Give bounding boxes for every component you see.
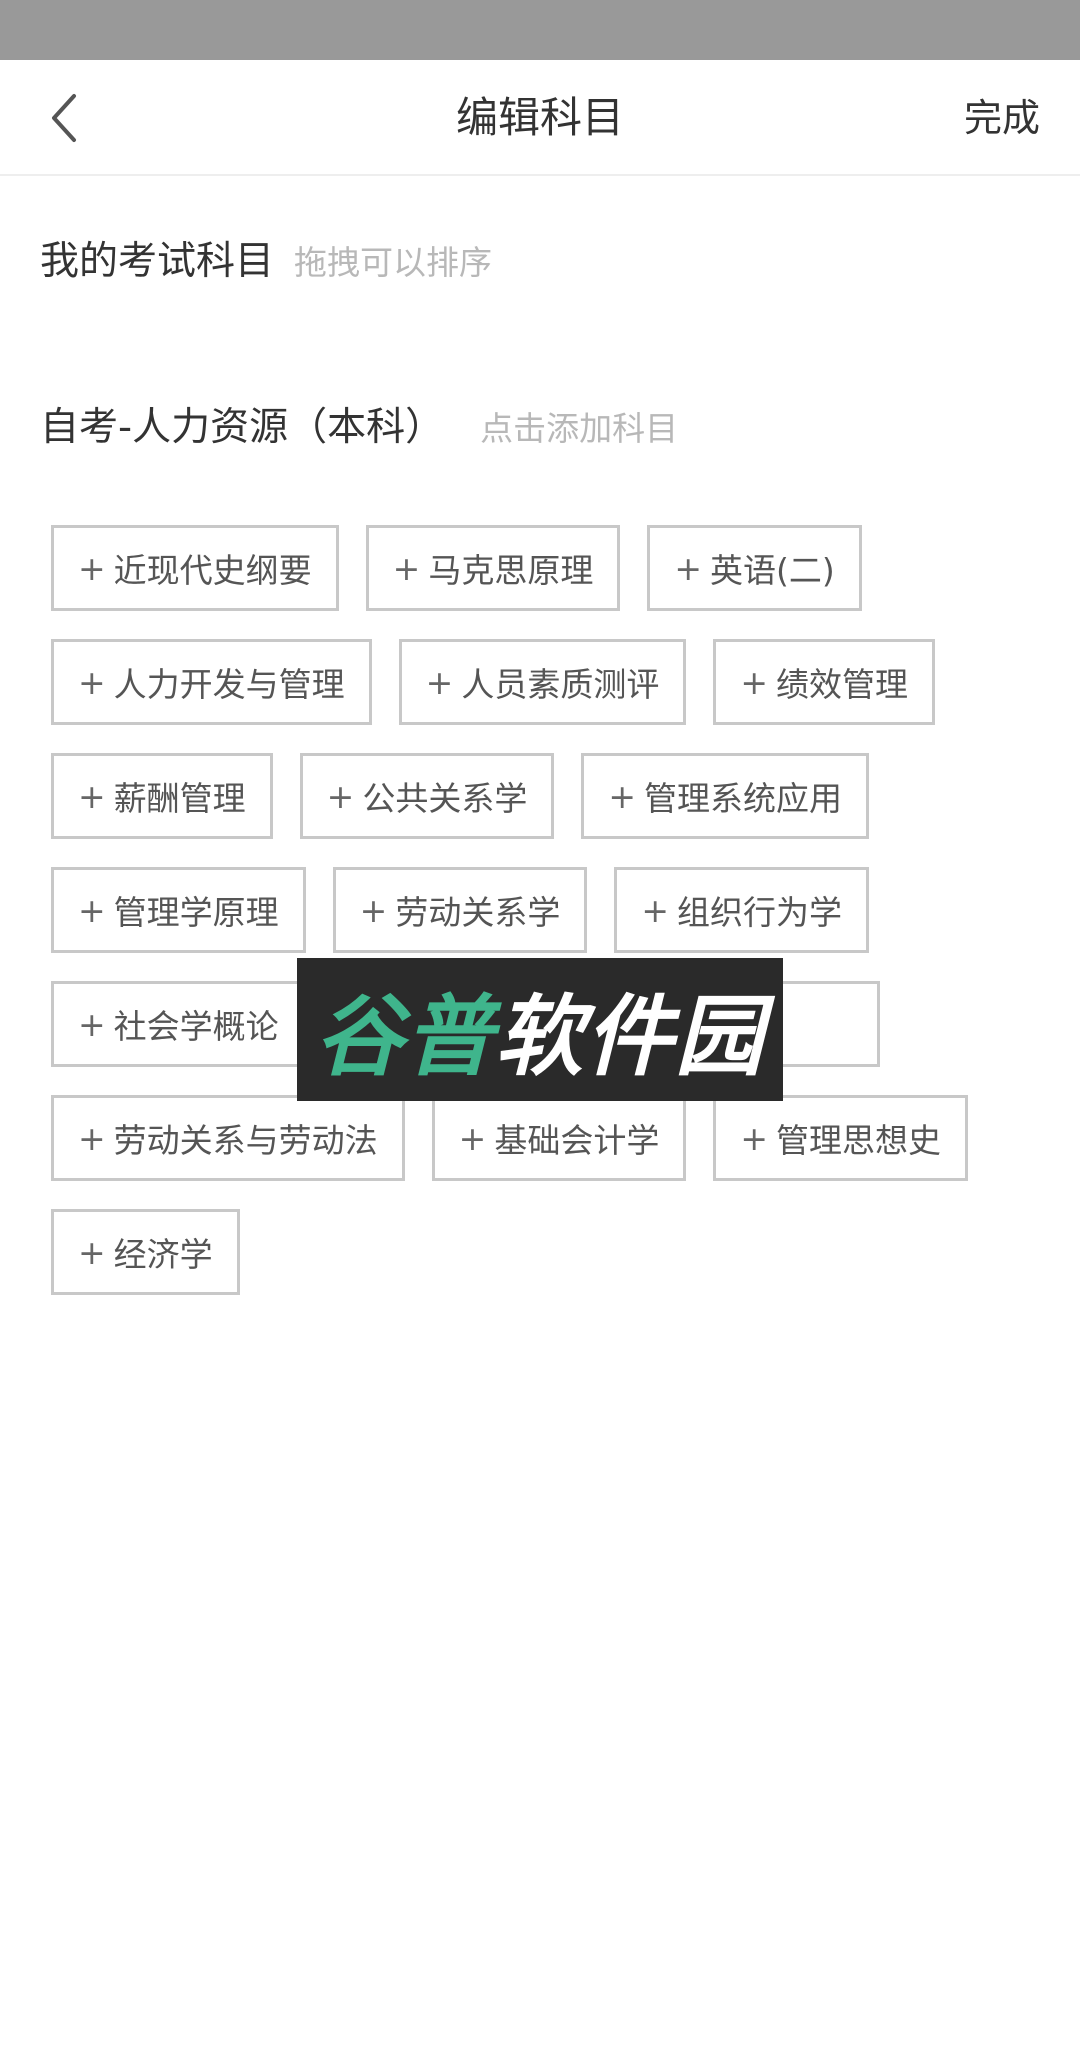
plus-icon: +	[78, 1232, 106, 1272]
subject-tag-label: 劳动关系与劳动法	[113, 1121, 378, 1160]
subject-tag-label: 人力开发与管理	[113, 665, 345, 704]
plus-icon: +	[608, 776, 636, 816]
add-subject-tag[interactable]: + 社会学概论	[51, 981, 306, 1067]
navigation-bar: 编辑科目 完成	[0, 60, 1080, 176]
plus-icon: +	[740, 1118, 768, 1158]
status-bar	[0, 0, 1080, 60]
add-subject-tag[interactable]: + 马克思原理	[365, 525, 621, 611]
plus-icon: +	[78, 662, 106, 702]
plus-icon: +	[78, 1118, 106, 1158]
chevron-left-icon	[52, 94, 76, 142]
my-subjects-header: 我的考试科目 拖拽可以排序	[40, 230, 492, 286]
subject-tag-label: 管理系统应用	[643, 779, 842, 818]
add-subject-tag[interactable]: + 公共关系学	[299, 753, 555, 839]
subject-tag-label: 人员素质测评	[461, 665, 660, 704]
add-subject-tag[interactable]: + 劳动关系学	[332, 867, 588, 953]
watermark-text-green: 谷普	[314, 985, 495, 1088]
plus-icon: +	[78, 1004, 106, 1044]
subject-tag-label: 薪酬管理	[113, 779, 246, 818]
add-subject-tag[interactable]: + 人力开发与管理	[51, 639, 372, 725]
plus-icon: +	[458, 1118, 487, 1158]
watermark-logo: 谷普 软件园	[297, 958, 783, 1101]
watermark-text-white: 软件园	[495, 985, 766, 1088]
major-header: 自考-人力资源（本科） 点击添加科目	[40, 396, 678, 452]
subject-tag-label: 基础会计学	[494, 1121, 660, 1160]
my-subjects-title: 我的考试科目	[40, 239, 275, 284]
plus-icon: +	[326, 776, 355, 816]
add-subject-tag[interactable]: + 管理思想史	[713, 1095, 968, 1181]
subject-tag-label: 近现代史纲要	[113, 551, 312, 590]
subject-tag-label: 劳动关系学	[395, 893, 561, 932]
plus-icon: +	[392, 548, 421, 588]
major-title: 自考-人力资源（本科）	[40, 405, 445, 450]
plus-icon: +	[740, 662, 768, 702]
add-subject-tag[interactable]: + 基础会计学	[431, 1095, 687, 1181]
subject-tag-label: 组织行为学	[676, 893, 842, 932]
plus-icon: +	[78, 776, 106, 816]
subject-tag-label: 经济学	[113, 1235, 213, 1274]
plus-icon: +	[359, 890, 388, 930]
subject-tag-label: 英语(二)	[709, 551, 835, 590]
add-subject-tag[interactable]: + 人员素质测评	[398, 639, 687, 725]
subject-tag-label: 绩效管理	[775, 665, 908, 704]
add-subject-tag[interactable]: + 近现代史纲要	[51, 525, 339, 611]
my-subjects-hint: 拖拽可以排序	[294, 243, 493, 282]
add-subject-tag[interactable]: + 管理学原理	[51, 867, 306, 953]
major-hint: 点击添加科目	[480, 409, 679, 448]
done-button[interactable]: 完成	[964, 60, 1040, 176]
subject-tag-label: 管理思想史	[775, 1121, 941, 1160]
plus-icon: +	[78, 548, 106, 588]
add-subject-tag[interactable]: + 经济学	[51, 1209, 240, 1295]
add-subject-tag[interactable]: + 劳动关系与劳动法	[51, 1095, 405, 1181]
back-button[interactable]	[36, 84, 96, 152]
plus-icon: +	[674, 548, 702, 588]
subject-tag-label: 公共关系学	[362, 779, 528, 818]
add-subject-tag[interactable]: + 薪酬管理	[51, 753, 273, 839]
subject-tag-list: + 近现代史纲要 + 马克思原理 + 英语(二) + 人力开发与管理 + 人员素质测评 + 绩效管理 +…	[51, 525, 1051, 1295]
page-title: 编辑科目	[455, 93, 624, 142]
add-subject-tag[interactable]: + 管理系统应用	[581, 753, 869, 839]
plus-icon: +	[425, 662, 454, 702]
subject-tag-label: 社会学概论	[113, 1007, 279, 1046]
subject-tag-label: 马克思原理	[428, 551, 594, 590]
plus-icon: +	[78, 890, 106, 930]
add-subject-tag[interactable]: + 绩效管理	[713, 639, 935, 725]
plus-icon: +	[641, 890, 669, 930]
subject-tag-label: 管理学原理	[113, 893, 279, 932]
add-subject-tag[interactable]: + 英语(二)	[647, 525, 862, 611]
add-subject-tag[interactable]: + 组织行为学	[614, 867, 869, 953]
